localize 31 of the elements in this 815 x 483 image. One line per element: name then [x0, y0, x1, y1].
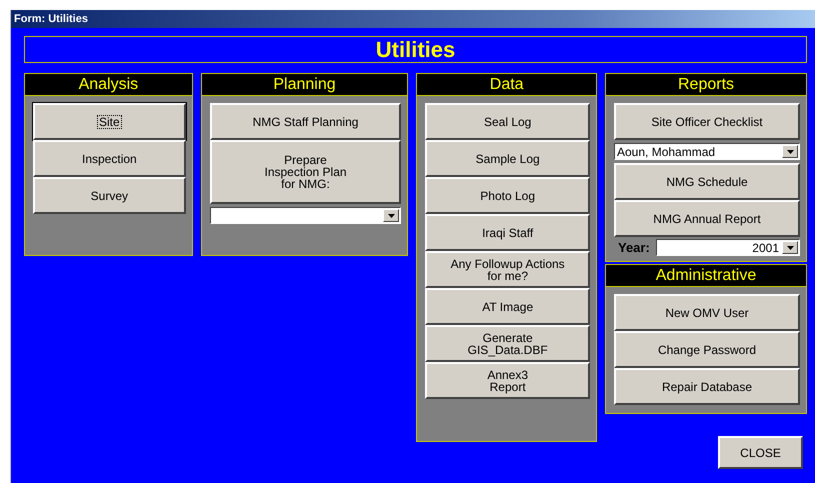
panel-button[interactable]: Any Followup Actions for me?	[425, 251, 590, 288]
panel-button[interactable]: NMG Staff Planning	[210, 103, 402, 140]
dropdown-field[interactable]	[210, 207, 402, 224]
dropdown-field[interactable]: Aoun, Mohammad	[614, 143, 800, 160]
panel-button[interactable]: New OMV User	[614, 294, 800, 331]
window-title: Form: Utilities	[11, 10, 815, 28]
panel-title: Data	[417, 74, 596, 96]
panel-button[interactable]: Site	[33, 103, 186, 140]
dropdown-field[interactable]: 2001	[656, 239, 800, 256]
panel-button[interactable]: Change Password	[614, 331, 800, 368]
field-label: Year:	[617, 240, 650, 255]
panel-button[interactable]: Inspection	[33, 140, 186, 177]
panel-title: Planning	[202, 74, 408, 96]
panel-button[interactable]: AT Image	[425, 288, 590, 325]
form-heading: Utilities	[24, 36, 807, 63]
panel-button[interactable]: Sample Log	[425, 140, 590, 177]
panel-title: Reports	[606, 74, 806, 96]
panel-button[interactable]: Annex3 Report	[425, 362, 590, 399]
panel-button[interactable]: Iraqi Staff	[425, 214, 590, 251]
panel-button[interactable]: Generate GIS_Data.DBF	[425, 325, 590, 362]
panel-button[interactable]: Seal Log	[425, 103, 590, 140]
panel-button[interactable]: Prepare Inspection Plan for NMG:	[210, 140, 402, 204]
panel-title: Analysis	[25, 74, 192, 96]
panel-button[interactable]: Survey	[33, 177, 186, 214]
panel-button[interactable]: Photo Log	[425, 177, 590, 214]
panel-title: Administrative	[606, 265, 806, 287]
close-button[interactable]: CLOSE	[718, 436, 803, 469]
panel-button[interactable]: Site Officer Checklist	[614, 103, 800, 140]
panel-button[interactable]: NMG Annual Report	[614, 200, 800, 237]
panel-button[interactable]: Repair Database	[614, 368, 800, 405]
panel-button[interactable]: NMG Schedule	[614, 163, 800, 200]
